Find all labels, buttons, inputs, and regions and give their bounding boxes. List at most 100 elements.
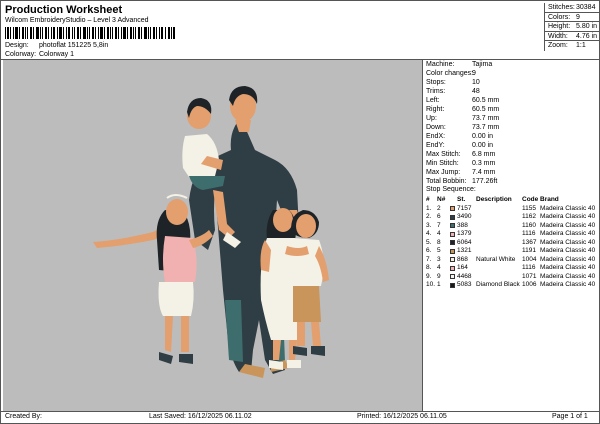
stat-width: Width: 4.76 in xyxy=(545,32,599,41)
color-swatch xyxy=(450,223,455,228)
stop-index: 7. xyxy=(426,255,432,263)
needle-number: 1 xyxy=(437,281,441,288)
stop-row: 8. 4 164 1116 Madeira Classic 40 xyxy=(426,264,600,273)
stop-row: 10. 1 5083 Diamond Black 1006 Madeira Classic… xyxy=(426,281,600,290)
thread-code: 1006 xyxy=(522,281,537,288)
thread-description: Diamond Black xyxy=(476,281,520,288)
family-embroidery-image xyxy=(93,86,329,378)
color-swatch xyxy=(450,265,455,271)
thread-brand: Madeira Classic 40 xyxy=(540,272,596,280)
col-header-brand: Brand xyxy=(540,196,559,203)
prop-total-bobbin: Total Bobbin: 177.26ft xyxy=(426,178,498,185)
thread-code: 1162 xyxy=(522,213,536,220)
needle-number: 7 xyxy=(437,221,441,229)
stop-row: 1. 2 7157 1155 Madeira Classic 40 xyxy=(426,205,600,214)
prop-endy: EndY: 0.00 in xyxy=(426,142,494,149)
stitch-count: 388 xyxy=(457,221,468,229)
color-swatch xyxy=(450,214,455,220)
stop-index: 5. xyxy=(426,238,432,246)
design-label: Design: xyxy=(5,42,29,49)
thread-brand: Madeira Classic 40 xyxy=(540,230,596,237)
prop-max-jump: Max Jump: 7.4 mm xyxy=(426,169,496,176)
stat-zoom: Zoom: 1:1 xyxy=(548,42,586,49)
col-header-num: N# xyxy=(437,196,446,203)
stop-sequence-title: Stop Sequence: xyxy=(426,186,476,193)
stitch-count: 868 xyxy=(457,255,468,263)
prop-endx: EndX: 0.00 in xyxy=(426,133,494,140)
design-value: photoflat 151225 5,8in xyxy=(38,42,109,49)
footer-divider xyxy=(1,411,600,412)
stop-row: 3. 7 388 1160 Madeira Classic 40 xyxy=(426,222,600,231)
stop-index: 10. xyxy=(426,281,436,288)
created-by: Created By: xyxy=(5,413,42,420)
stitch-count: 7157 xyxy=(457,204,472,212)
thread-code: 1191 xyxy=(522,247,536,254)
stitch-count: 4468 xyxy=(457,272,472,280)
color-swatch xyxy=(450,282,455,288)
stop-index: 9. xyxy=(426,272,432,280)
colorway-row: Colorway: Colorway 1 xyxy=(5,51,74,58)
color-swatch xyxy=(450,257,455,262)
needle-number: 3 xyxy=(437,255,441,263)
needle-number: 9 xyxy=(437,272,441,280)
thread-code: 1116 xyxy=(522,230,536,237)
color-swatch xyxy=(450,231,455,237)
stop-row: 9. 9 4468 1071 Madeira Classic 40 xyxy=(426,273,600,282)
stop-row: 2. 6 3490 1162 Madeira Classic 40 xyxy=(426,213,600,222)
thread-description: Natural White xyxy=(476,255,516,263)
prop-trims: Trims: 48 xyxy=(426,88,480,95)
stat-height: Height: 5.80 in xyxy=(545,22,599,32)
needle-number: 8 xyxy=(437,238,441,246)
stop-index: 3. xyxy=(426,221,432,229)
stop-index: 1. xyxy=(426,204,432,212)
stitch-count: 3490 xyxy=(457,213,472,220)
col-header-n: # xyxy=(426,196,430,203)
colorway-value: Colorway 1 xyxy=(38,51,74,58)
needle-number: 4 xyxy=(437,230,441,237)
stop-table-header: # N# St. Description Code Brand xyxy=(426,196,600,205)
thread-code: 1367 xyxy=(522,238,537,246)
col-header-desc: Description xyxy=(476,196,512,203)
stop-sequence-table: # N# St. Description Code Brand 1. 2 7157 1… xyxy=(426,196,600,290)
colorway-label: Colorway: xyxy=(5,51,37,58)
design-row: Design: photoflat 151225 5,8in xyxy=(5,42,108,49)
stop-row: 6. 5 1321 1191 Madeira Classic 40 xyxy=(426,247,600,256)
needle-number: 5 xyxy=(437,247,441,254)
thread-code: 1160 xyxy=(522,221,536,229)
stitch-count: 1379 xyxy=(457,230,472,237)
worksheet-page: Production Worksheet Wilcom EmbroiderySt… xyxy=(0,0,600,424)
stop-row: 5. 8 6064 1367 Madeira Classic 40 xyxy=(426,239,600,248)
color-swatch xyxy=(450,240,455,245)
stop-index: 8. xyxy=(426,264,432,271)
software-subtitle: Wilcom EmbroideryStudio – Level 3 Advanc… xyxy=(5,17,149,24)
barcode xyxy=(5,27,175,39)
stat-colors: Colors: 9 xyxy=(545,13,599,22)
prop-machine: Machine: Tajima xyxy=(426,61,493,68)
stat-stitches: Stitches:30384 xyxy=(545,3,599,13)
thread-code: 1116 xyxy=(522,264,536,271)
prop-max-stitch: Max Stitch: 6.8 mm xyxy=(426,151,496,158)
stop-index: 6. xyxy=(426,247,432,254)
thread-brand: Madeira Classic 40 xyxy=(540,281,596,288)
machine-info-panel: Machine: Tajima Color changes:9 Stops: 10 … xyxy=(422,60,600,411)
prop-down: Down: 73.7 mm xyxy=(426,124,500,131)
needle-number: 2 xyxy=(437,204,441,212)
stats-box: Stitches:30384 Colors: 9 Height: 5.80 in W… xyxy=(544,3,599,51)
prop-min-stitch: Min Stitch: 0.3 mm xyxy=(426,160,496,167)
design-preview xyxy=(3,60,422,411)
col-header-code: Code xyxy=(522,196,539,203)
color-swatch xyxy=(450,206,455,211)
thread-brand: Madeira Classic 40 xyxy=(540,221,596,229)
prop-up: Up: 73.7 mm xyxy=(426,115,500,122)
color-swatch xyxy=(450,248,455,254)
needle-number: 4 xyxy=(437,264,441,271)
thread-brand: Madeira Classic 40 xyxy=(540,264,596,271)
stop-index: 2. xyxy=(426,213,432,220)
thread-brand: Madeira Classic 40 xyxy=(540,204,596,212)
thread-brand: Madeira Classic 40 xyxy=(540,255,596,263)
prop-stops: Stops: 10 xyxy=(426,79,480,86)
page-title: Production Worksheet xyxy=(5,4,123,16)
prop-right: Right: 60.5 mm xyxy=(426,106,500,113)
thread-code: 1071 xyxy=(522,272,537,280)
stop-row: 4. 4 1379 1116 Madeira Classic 40 xyxy=(426,230,600,239)
